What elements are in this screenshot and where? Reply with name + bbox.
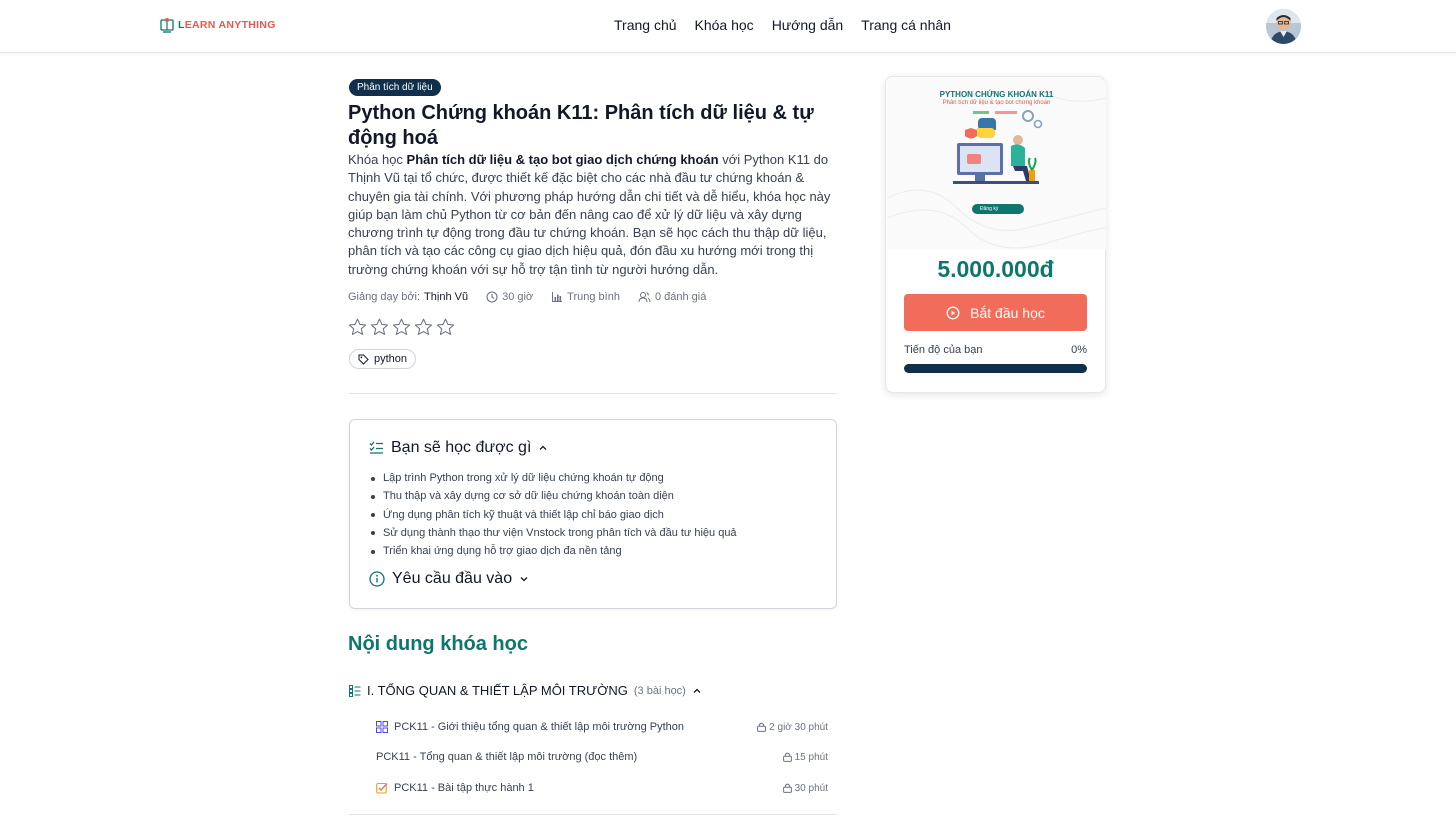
nav-courses[interactable]: Khóa học [695,17,754,33]
description-highlight: Phân tích dữ liệu & tạo bot giao dịch ch… [406,152,719,167]
section-title: I. TỔNG QUAN & THIẾT LẬP MÔI TRƯỜNG [367,683,628,698]
learn-item: Thu thập và xây dựng cơ sở dữ liệu chứng… [371,487,737,505]
progress-percent: 0% [1071,344,1087,356]
learn-item: Sử dụng thành thạo thư viện Vnstock tron… [371,524,737,542]
requirements-heading: Yêu cầu đầu vào [392,570,513,587]
divider [349,814,837,815]
users-icon [638,292,651,303]
meta-level: Trung bình [551,291,620,303]
user-avatar[interactable] [1266,9,1301,44]
lesson-duration: 30 phút [794,782,828,794]
chevron-up-icon [693,688,701,693]
section-toggle[interactable]: I. TỔNG QUAN & THIẾT LẬP MÔI TRƯỜNG (3 b… [349,683,702,698]
star-icon[interactable] [414,318,433,336]
progress-label-row: Tiến độ của bạn 0% [904,344,1087,356]
chevron-down-icon [520,577,528,582]
play-circle-icon [946,306,960,319]
tag-python[interactable]: python [349,349,417,369]
grid-icon [376,721,388,733]
lesson-name: PCK11 - Tổng quan & thiết lập môi trường… [376,751,638,763]
course-thumbnail[interactable]: PYTHON CHỨNG KHOÁN K11 Phân tích dữ liệu… [887,78,1106,250]
lock-icon [757,722,767,732]
logo[interactable]: LEARN ANYTHING [160,17,276,33]
avatar-image [1266,9,1301,44]
course-meta: Giảng dạy bởi: Thịnh Vũ 30 giờ Trung bìn… [348,291,724,303]
divider [349,393,837,394]
section-count: (3 bài học) [633,684,686,697]
rating-stars [348,318,455,336]
thumbnail-subtitle: Phân tích dữ liệu & tạo bot chứng khoán [942,100,1051,106]
course-title: Python Chứng khoán K11: Phân tích dữ liệ… [348,102,814,149]
tag-icon [358,354,369,365]
checklist-icon [369,441,383,454]
meta-teacher: Giảng dạy bởi: Thịnh Vũ [348,291,469,303]
star-icon[interactable] [370,318,389,336]
nav-profile[interactable]: Trang cá nhân [861,17,951,33]
chevron-up-icon [539,445,547,450]
star-icon[interactable] [392,318,411,336]
lock-icon [782,752,792,762]
lock-icon [782,783,792,793]
learn-item: Triển khai ứng dụng hỗ trợ giao dịch đa … [371,542,737,560]
progress-bar [904,364,1087,373]
lesson-name: PCK11 - Giới thiệu tổng quan & thiết lập… [394,721,685,733]
learn-heading: Bạn sẽ học được gì [391,439,532,456]
logo-text: LEARN ANYTHING [178,19,276,31]
star-icon[interactable] [348,318,367,336]
bar-chart-icon [552,292,563,302]
course-description: Khóa học Phân tích dữ liệu & tạo bot gia… [348,152,831,277]
thumbnail-register-button: Đăng ký [972,204,1024,214]
list-icon [349,684,361,697]
start-learning-button[interactable]: Bắt đầu học [904,294,1087,331]
course-price: 5.000.000đ [937,256,1054,282]
info-icon [369,571,385,587]
lesson-duration: 15 phút [794,751,828,763]
requirements-toggle[interactable]: Yêu cầu đầu vào [369,570,529,588]
logo-icon [160,18,174,33]
lesson-row[interactable]: PCK11 - Bài tập thực hành 1 30 phút [376,778,828,798]
top-header: LEARN ANYTHING Trang chủ Khóa học Hướng … [0,0,1456,53]
learn-list: Lập trình Python trong xử lý dữ liệu chứ… [371,469,737,560]
star-icon[interactable] [436,318,455,336]
nav-guide[interactable]: Hướng dẫn [772,17,843,33]
main-nav: Trang chủ Khóa học Hướng dẫn Trang cá nh… [614,17,951,33]
enroll-card: PYTHON CHỨNG KHOÁN K11 Phân tích dữ liệu… [885,76,1106,393]
clock-icon [486,291,498,303]
teacher-name[interactable]: Thịnh Vũ [424,291,468,303]
learn-toggle[interactable]: Bạn sẽ học được gì [369,439,548,457]
lesson-row[interactable]: PCK11 - Giới thiệu tổng quan & thiết lập… [376,717,828,737]
progress-label: Tiến độ của bạn [904,344,983,356]
lesson-row[interactable]: PCK11 - Tổng quan & thiết lập môi trường… [376,747,828,767]
learn-item: Ứng dụng phân tích kỹ thuật và thiết lập… [371,506,737,524]
lesson-duration: 2 giờ 30 phút [769,721,828,733]
meta-reviews: 0 đánh giá [638,291,706,303]
category-badge: Phân tích dữ liệu [349,79,441,96]
meta-duration: 30 giờ [486,291,533,303]
lesson-name: PCK11 - Bài tập thực hành 1 [394,782,534,794]
learn-box: Bạn sẽ học được gì Lập trình Python tron… [349,419,837,609]
start-learning-label: Bắt đầu học [970,304,1045,321]
learn-item: Lập trình Python trong xử lý dữ liệu chứ… [371,469,737,487]
thumbnail-title: PYTHON CHỨNG KHOÁN K11 [939,90,1054,99]
nav-home[interactable]: Trang chủ [614,17,677,33]
checkbox-icon [376,782,388,794]
content-heading: Nội dung khóa học [348,633,528,655]
